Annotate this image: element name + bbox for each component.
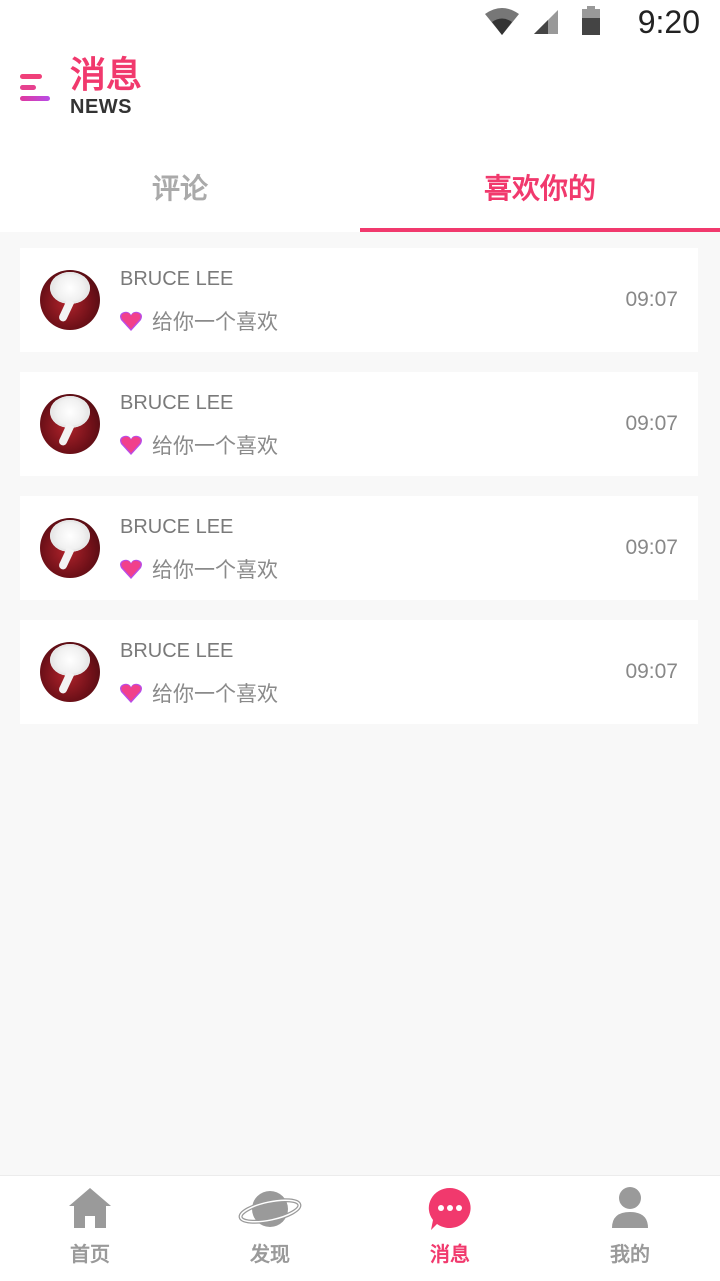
- nav-home-label: 首页: [70, 1242, 110, 1266]
- tab-bar: 评论 喜欢你的: [0, 142, 720, 232]
- message-time: 09:07: [625, 288, 678, 311]
- status-time: 9:20: [637, 4, 700, 40]
- heart-icon: [120, 683, 142, 703]
- avatar[interactable]: [40, 270, 100, 330]
- person-icon: [612, 1187, 648, 1228]
- status-bar: 9:20: [0, 0, 720, 46]
- battery-icon: [582, 6, 600, 35]
- bottom-nav: 首页 发现 消息 我的: [0, 1175, 720, 1281]
- tab-likes[interactable]: 喜欢你的: [360, 142, 720, 232]
- nav-profile-label: 我的: [610, 1242, 650, 1266]
- message-text: 给你一个喜欢: [152, 682, 278, 706]
- nav-home[interactable]: 首页: [0, 1176, 180, 1281]
- user-name: BRUCE LEE: [120, 268, 234, 290]
- wifi-icon: [485, 8, 519, 35]
- list-item[interactable]: BRUCE LEE 给你一个喜欢 09:07: [20, 496, 698, 600]
- message-time: 09:07: [625, 536, 678, 559]
- nav-messages-label: 消息: [430, 1242, 470, 1266]
- nav-discover-label: 发现: [250, 1242, 290, 1266]
- avatar[interactable]: [40, 394, 100, 454]
- chat-bubble-icon: [428, 1187, 471, 1230]
- heart-icon: [120, 435, 142, 455]
- message-time: 09:07: [625, 412, 678, 435]
- heart-icon: [120, 559, 142, 579]
- message-time: 09:07: [625, 660, 678, 683]
- user-name: BRUCE LEE: [120, 516, 234, 538]
- menu-icon[interactable]: [20, 74, 54, 104]
- header: 消息 NEWS: [0, 46, 720, 142]
- nav-discover[interactable]: 发现: [180, 1176, 360, 1281]
- nav-profile[interactable]: 我的: [540, 1176, 720, 1281]
- list-item[interactable]: BRUCE LEE 给你一个喜欢 09:07: [20, 248, 698, 352]
- message-text: 给你一个喜欢: [152, 558, 278, 582]
- avatar[interactable]: [40, 642, 100, 702]
- heart-icon: [120, 311, 142, 331]
- message-text: 给你一个喜欢: [152, 310, 278, 334]
- message-text: 给你一个喜欢: [152, 434, 278, 458]
- nav-messages[interactable]: 消息: [360, 1176, 540, 1281]
- list-item[interactable]: BRUCE LEE 给你一个喜欢 09:07: [20, 620, 698, 724]
- list-item[interactable]: BRUCE LEE 给你一个喜欢 09:07: [20, 372, 698, 476]
- signal-icon: [534, 10, 558, 34]
- page-subtitle: NEWS: [70, 96, 132, 118]
- user-name: BRUCE LEE: [120, 392, 234, 414]
- planet-icon: [238, 1191, 302, 1227]
- user-name: BRUCE LEE: [120, 640, 234, 662]
- avatar[interactable]: [40, 518, 100, 578]
- tab-comments[interactable]: 评论: [0, 142, 360, 232]
- home-icon: [69, 1188, 111, 1228]
- page-title: 消息: [70, 55, 143, 96]
- message-list: BRUCE LEE 给你一个喜欢 09:07 BRUCE LEE 给你一个喜欢 …: [20, 248, 698, 744]
